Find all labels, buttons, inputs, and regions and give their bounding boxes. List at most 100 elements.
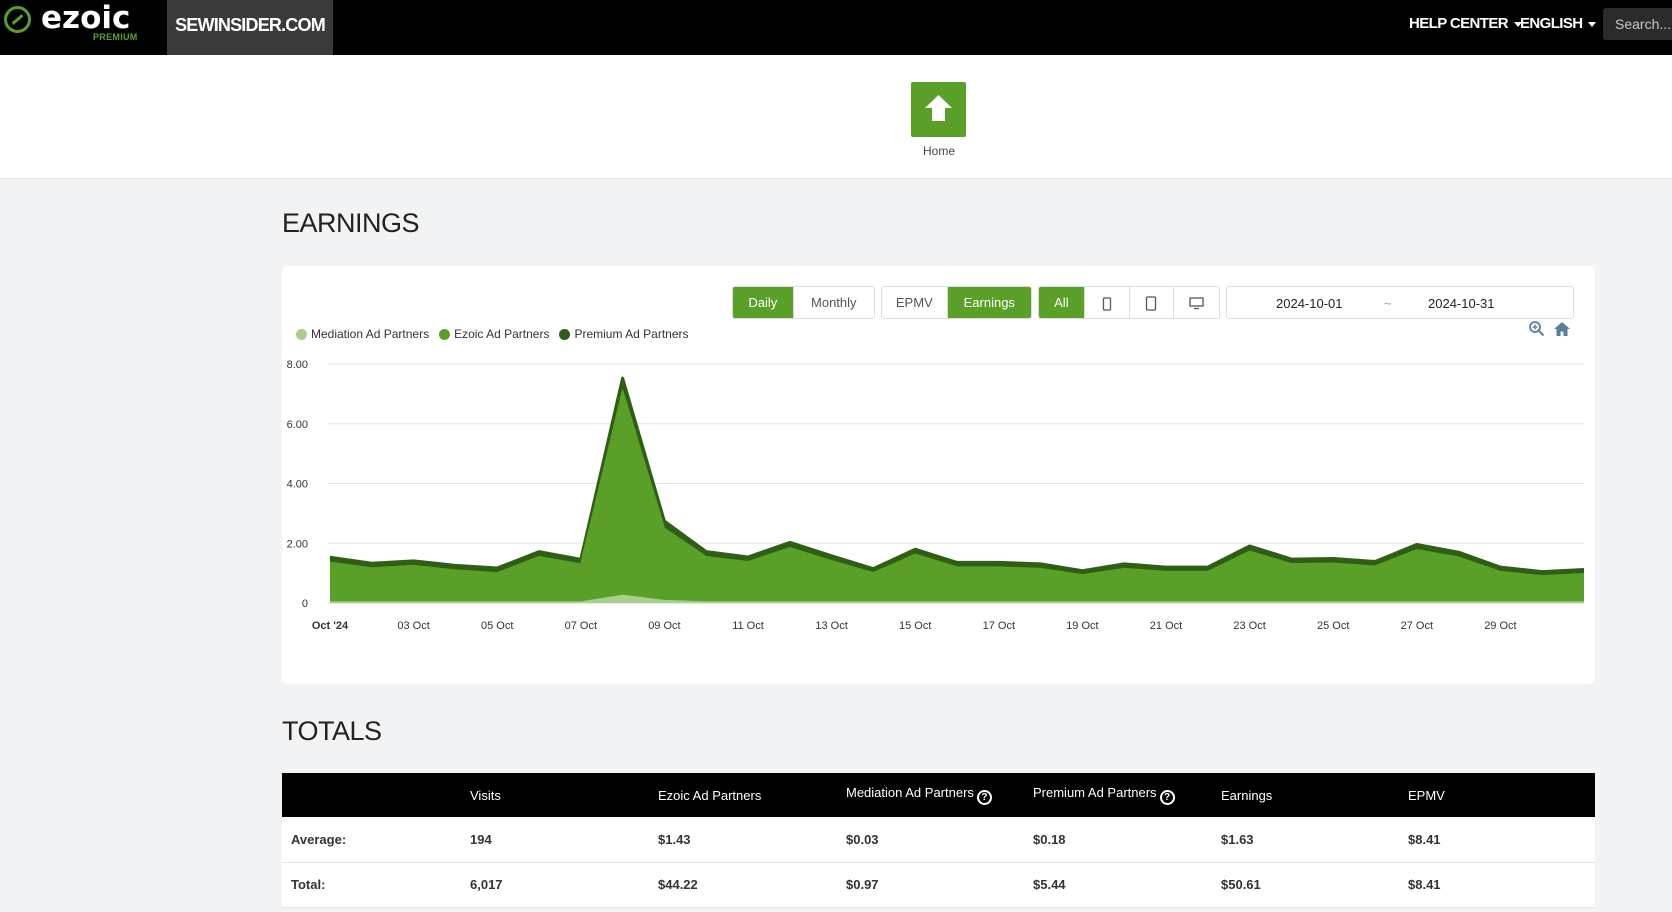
epmv-button[interactable]: EPMV <box>882 287 948 318</box>
column-header-mediation: Mediation Ad Partners? <box>846 773 1033 817</box>
table-cell: $44.22 <box>658 862 846 908</box>
legend-label: Mediation Ad Partners <box>311 327 430 341</box>
premium-series-line <box>329 376 1585 574</box>
page-header <box>0 55 1672 179</box>
earnings-title: EARNINGS <box>282 208 420 238</box>
column-header-ezoic: Ezoic Ad Partners <box>658 773 846 817</box>
x-tick-label: 05 Oct <box>481 620 513 632</box>
column-header-visits: Visits <box>470 773 658 817</box>
legend-item-mediation[interactable]: Mediation Ad Partners <box>296 327 429 341</box>
column-header-label: Premium Ad Partners <box>1033 785 1157 800</box>
column-header-epmv: EPMV <box>1408 773 1595 817</box>
x-tick-label: 19 Oct <box>1066 620 1098 632</box>
x-tick-label: 03 Oct <box>397 620 429 632</box>
date-end: 2024-10-31 <box>1428 296 1495 311</box>
period-toggle: Daily Monthly <box>732 286 875 319</box>
all-devices-button[interactable]: All <box>1039 287 1085 318</box>
mobile-icon <box>1102 296 1111 311</box>
chart-legend: Mediation Ad Partners Ezoic Ad Partners … <box>296 327 689 341</box>
help-center-menu[interactable]: HELP CENTER <box>1409 0 1522 50</box>
question-icon[interactable]: ? <box>976 790 992 805</box>
monthly-button[interactable]: Monthly <box>794 287 874 318</box>
home-label: Home <box>922 144 955 158</box>
chevron-down-icon <box>1588 21 1597 27</box>
daily-button[interactable]: Daily <box>733 287 794 318</box>
top-navbar: ezoic PREMIUM SEWINSIDER.COM HELP CENTER… <box>0 0 1672 55</box>
y-tick-label: 0 <box>302 598 308 610</box>
table-cell: $5.44 <box>1033 862 1221 908</box>
table-cell: $0.18 <box>1033 817 1221 863</box>
zoom-icon[interactable] <box>1528 320 1546 338</box>
x-tick-label: 29 Oct <box>1484 620 1516 632</box>
table-row: Total: 6,017 $44.22 $0.97 $5.44 $50.61 $… <box>282 862 1595 908</box>
x-tick-label: 25 Oct <box>1317 620 1349 632</box>
table-cell: $0.97 <box>846 862 1033 908</box>
search-input[interactable] <box>1603 8 1672 40</box>
row-label: Average: <box>282 817 470 863</box>
mobile-button[interactable] <box>1085 287 1130 318</box>
legend-label: Premium Ad Partners <box>574 327 689 341</box>
site-selector[interactable]: SEWINSIDER.COM <box>167 0 333 55</box>
date-range-picker[interactable]: 2024-10-01 ~ 2024-10-31 <box>1226 286 1574 319</box>
x-tick-label: 13 Oct <box>815 620 847 632</box>
table-cell: $8.41 <box>1408 817 1595 863</box>
x-tick-label: 17 Oct <box>983 620 1015 632</box>
ezoic-series-area <box>330 390 1584 603</box>
x-tick-label: 23 Oct <box>1233 620 1265 632</box>
ezoic-logo[interactable]: ezoic PREMIUM <box>0 0 167 55</box>
date-start: 2024-10-01 <box>1276 296 1343 311</box>
question-icon[interactable]: ? <box>1159 790 1175 805</box>
legend-label: Ezoic Ad Partners <box>454 327 550 341</box>
table-cell: $1.43 <box>658 817 846 863</box>
home-icon <box>925 95 952 121</box>
table-cell: $8.41 <box>1408 862 1595 908</box>
help-center-label: HELP CENTER <box>1409 15 1509 32</box>
legend-dot <box>559 328 571 340</box>
totals-title: TOTALS <box>282 716 382 746</box>
table-row: Average: 194 $1.43 $0.03 $0.18 $1.63 $8.… <box>282 817 1595 863</box>
home-button[interactable] <box>911 82 966 137</box>
legend-item-premium[interactable]: Premium Ad Partners <box>559 327 689 341</box>
logo-premium-label: PREMIUM <box>93 32 138 42</box>
table-cell: $0.03 <box>846 817 1033 863</box>
desktop-icon <box>1189 297 1204 310</box>
premium-series-area <box>330 378 1584 576</box>
table-cell: $50.61 <box>1221 862 1408 908</box>
x-tick-label: Oct '24 <box>312 620 349 632</box>
metric-toggle: EPMV Earnings <box>881 286 1032 319</box>
reset-zoom-home-icon[interactable] <box>1553 320 1571 338</box>
table-cell: 194 <box>470 817 658 863</box>
table-cell: 6,017 <box>470 862 658 908</box>
x-tick-label: 09 Oct <box>648 620 680 632</box>
tablet-icon <box>1146 296 1157 311</box>
table-header-row: Visits Ezoic Ad Partners Mediation Ad Pa… <box>282 773 1595 817</box>
column-header-premium: Premium Ad Partners? <box>1033 773 1221 817</box>
table-cell: $1.63 <box>1221 817 1408 863</box>
column-header-label: Mediation Ad Partners <box>846 785 974 800</box>
logo-text: ezoic <box>41 0 131 36</box>
earnings-button[interactable]: Earnings <box>947 287 1031 318</box>
ezoic-logo-icon <box>4 6 31 33</box>
y-tick-label: 2.00 <box>287 538 308 550</box>
x-tick-label: 15 Oct <box>899 620 931 632</box>
x-tick-label: 11 Oct <box>732 620 764 632</box>
y-tick-label: 6.00 <box>287 419 308 431</box>
device-toggle: All <box>1038 286 1220 319</box>
x-tick-label: 21 Oct <box>1150 620 1182 632</box>
earnings-chart: 0 2.00 4.00 6.00 8.00 Oct '24 03 Oct 05 Oct 07 O… <box>287 359 1585 632</box>
x-tick-label: 27 Oct <box>1401 620 1433 632</box>
column-header <box>282 773 470 817</box>
y-tick-label: 4.00 <box>287 479 308 491</box>
language-label: ENGLISH <box>1520 15 1583 32</box>
totals-table: Visits Ezoic Ad Partners Mediation Ad Pa… <box>282 773 1595 908</box>
legend-dot <box>439 328 451 340</box>
y-tick-label: 8.00 <box>287 359 308 371</box>
language-menu[interactable]: ENGLISH <box>1520 0 1597 50</box>
x-tick-label: 07 Oct <box>565 620 597 632</box>
tablet-button[interactable] <box>1130 287 1175 318</box>
row-label: Total: <box>282 862 470 908</box>
legend-dot <box>296 328 307 340</box>
date-separator: ~ <box>1384 296 1392 311</box>
legend-item-ezoic[interactable]: Ezoic Ad Partners <box>439 327 549 341</box>
desktop-button[interactable] <box>1174 287 1219 318</box>
